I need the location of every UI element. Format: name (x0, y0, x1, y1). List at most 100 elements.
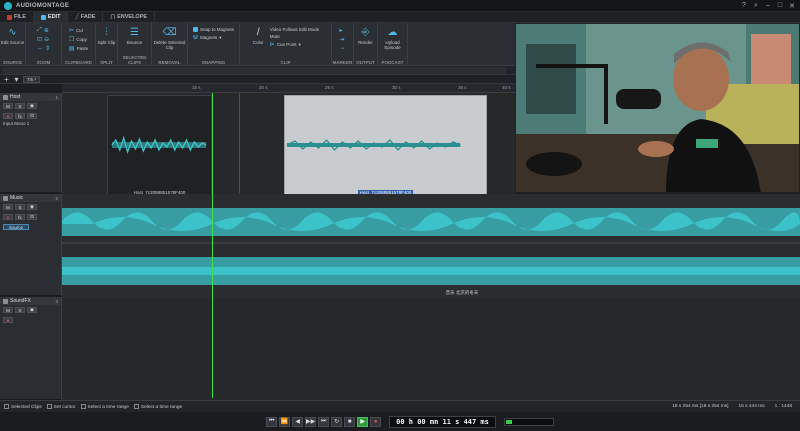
ribbon: ∿ Edit Source SOURCE ⤢ ⊕ ⊡ ⊖ ⇔ ⇕ ZOOM ✂ Cut … (0, 23, 515, 66)
playhead[interactable] (212, 93, 213, 398)
bounce-icon: ☰ (130, 27, 139, 38)
loop-icon[interactable]: ↻ (331, 416, 343, 427)
close-icon[interactable]: ✕ (787, 1, 797, 10)
tab-fade[interactable]: ╱ FADE (68, 12, 104, 22)
clip-waveform (286, 139, 461, 151)
add-track-icon[interactable]: + (3, 75, 10, 83)
stop-icon[interactable]: ■ (344, 416, 356, 427)
track-name[interactable]: Host (10, 94, 20, 100)
track-name[interactable]: SoundFX (10, 298, 31, 304)
upload-episode-button[interactable]: ☁ Upload Episode (378, 26, 407, 51)
ribbon-group-output: ⎆ Render OUTPUT (354, 23, 378, 66)
cut-button[interactable]: ✂ Cut (69, 27, 88, 34)
marker-range-icon[interactable]: ⇥ (340, 36, 345, 43)
record-arm-icon[interactable]: ● (3, 214, 13, 220)
rewind-start-icon[interactable]: ⏮ (266, 416, 278, 427)
video-preview-image (516, 24, 799, 192)
fade-icon: ╱ (75, 14, 79, 20)
magnet-icon: ⋓ (192, 35, 199, 41)
track-name[interactable]: Music (10, 195, 23, 201)
play-icon[interactable]: ▶ (357, 416, 369, 427)
track-selector[interactable]: Trk * (23, 75, 41, 83)
mute-button[interactable]: M (3, 103, 13, 109)
track-icon (3, 94, 8, 100)
clip-name: 音乐 北京的冬天 (445, 290, 479, 295)
solo-button[interactable]: S (15, 103, 25, 109)
fx-icon[interactable]: fx (15, 113, 25, 119)
record-arm-icon[interactable]: ● (3, 113, 13, 119)
ribbon-group-podcast: ☁ Upload Episode PODCAST (378, 23, 408, 66)
track-menu-icon[interactable]: ▾ (13, 75, 20, 83)
status-time-range-2: Select a time range (133, 403, 182, 409)
mute-button[interactable]: M (3, 204, 13, 210)
zoom-in-icon[interactable]: ⊕ (44, 27, 49, 34)
paste-icon: ▤ (68, 46, 75, 52)
fx-icon[interactable]: fx (15, 214, 25, 220)
marker-pair-icon[interactable]: ↔ (340, 45, 346, 51)
track-number: 2 (55, 195, 58, 201)
time-display[interactable]: 00 h 00 mn 11 s 447 ms (389, 415, 496, 428)
cursor-icon (4, 403, 9, 409)
app-title: AUDIOMONTAGE (16, 2, 70, 9)
audio-clip-selected[interactable]: Host_7c2088851578F400 (284, 95, 487, 195)
record-icon[interactable]: ● (370, 416, 382, 427)
copy-button[interactable]: ❐ Copy (69, 36, 88, 43)
title-bar: AUDIOMONTAGE ? ⌕ – □ ✕ (0, 0, 800, 12)
record-arm-icon[interactable]: ● (3, 317, 13, 323)
time-ruler[interactable]: 15 s 20 s 25 s 30 s 35 s 40 s (62, 84, 515, 93)
overview-bar[interactable] (2, 67, 506, 74)
rewind-icon[interactable]: ◀ (292, 416, 304, 427)
maximize-icon[interactable]: □ (775, 1, 785, 10)
magnets-button[interactable]: ⋓ Magnets ▾ (192, 34, 234, 42)
track-lane-music[interactable]: 音乐 北京的冬天 (62, 194, 800, 297)
source-button[interactable]: Source (3, 224, 29, 230)
cue-point-button[interactable]: ⊳ Cue Point ▾ (269, 41, 319, 49)
zoom-vertical-icon[interactable]: ⇕ (45, 45, 50, 52)
paste-button[interactable]: ▤ Paste (69, 45, 88, 52)
selection-marker (239, 93, 240, 193)
track-icon (3, 298, 8, 304)
tab-edit[interactable]: EDIT (33, 12, 69, 22)
cue-icon: ⊳ (269, 42, 275, 48)
delete-selected-clip-button[interactable]: ⌫ Delete Selected Clip (152, 26, 187, 51)
snap-to-magnets-checkbox[interactable]: Snap to Magnets (192, 27, 234, 32)
edit-source-button[interactable]: ∿ Edit Source (1, 26, 24, 46)
minimize-icon[interactable]: – (763, 1, 773, 10)
tab-file[interactable]: FILE (0, 12, 34, 22)
mute-button[interactable]: M (3, 307, 13, 313)
prev-marker-icon[interactable]: ⏪ (279, 416, 291, 427)
file-icon (7, 14, 12, 20)
monitor-icon[interactable]: ◉ (27, 307, 37, 313)
monitor-icon[interactable]: ◉ (27, 204, 37, 210)
zoom-fit-icon[interactable]: ⤢ (37, 27, 42, 34)
tab-envelope[interactable]: ⋂ ENVELOPE (103, 12, 156, 22)
track-input[interactable]: Input Mono 1 (0, 121, 61, 126)
color-button[interactable]: / Color (252, 26, 265, 46)
zoom-out-icon[interactable]: ⊖ (44, 36, 49, 43)
lock-icon[interactable]: ⊡ (27, 113, 37, 119)
mute-button[interactable]: Mute (270, 34, 319, 39)
split-clip-button[interactable]: ⫶ Split Clip (98, 26, 116, 46)
solo-button[interactable]: S (15, 307, 25, 313)
track-lane-host[interactable]: Host_7c2088851578F400 Host_7c2088851578F… (62, 93, 515, 195)
solo-button[interactable]: S (15, 204, 25, 210)
status-zoom: 1 : 1448 (774, 404, 792, 409)
lock-icon[interactable]: ⊡ (27, 214, 37, 220)
next-marker-icon[interactable]: ⏭ (318, 416, 330, 427)
marker-icon[interactable]: ▸ (340, 27, 343, 34)
render-button[interactable]: ⎆ Render (358, 26, 373, 46)
transport-bar: ⏮ ⏪ ◀ ▶▶ ⏭ ↻ ■ ▶ ● 00 h 00 mn 11 s 447 m… (0, 412, 800, 431)
zoom-selection-icon[interactable]: ⊡ (37, 36, 42, 43)
zoom-all-icon[interactable]: ⇔ (37, 46, 43, 52)
video-follows-edit-mode-checkbox[interactable]: Video Follows Edit Mode (270, 27, 319, 32)
bounce-button[interactable]: ☰ Bounce (127, 26, 142, 46)
audio-clip[interactable]: Host_7c2088851578F400 (107, 95, 212, 195)
ruler-tick: 30 s (392, 85, 401, 90)
forward-icon[interactable]: ▶▶ (305, 416, 317, 427)
search-icon[interactable]: ⌕ (751, 1, 761, 10)
monitor-icon[interactable]: ◉ (27, 103, 37, 109)
level-meter-fill (505, 419, 512, 424)
help-icon[interactable]: ? (739, 1, 749, 10)
checkbox-checked-icon (192, 27, 198, 32)
track-lane-soundfx[interactable] (62, 297, 800, 400)
